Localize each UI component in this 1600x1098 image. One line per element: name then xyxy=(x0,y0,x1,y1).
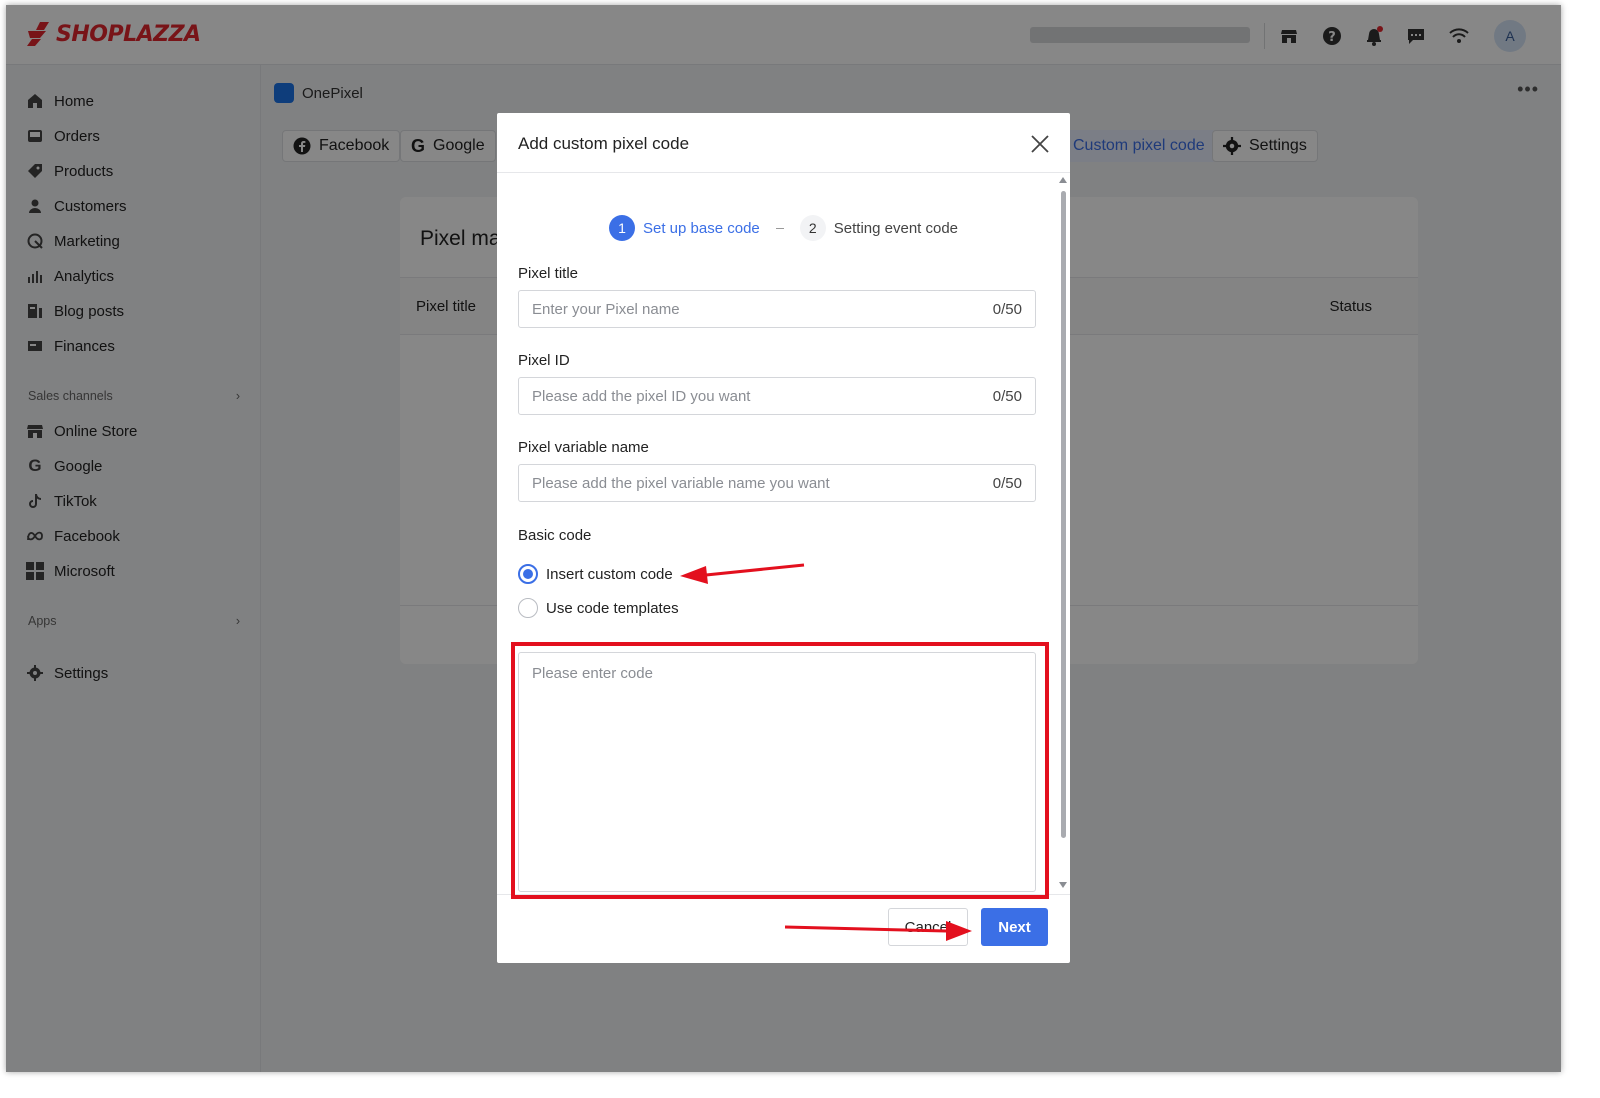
radio-label: Insert custom code xyxy=(546,565,673,583)
pixel-variable-name-input[interactable]: Please add the pixel variable name you w… xyxy=(518,464,1036,502)
radio-insert-custom-code[interactable]: Insert custom code xyxy=(518,564,673,584)
step-1-number: 1 xyxy=(609,215,635,241)
input-placeholder: Please add the pixel variable name you w… xyxy=(532,474,830,492)
radio-label: Use code templates xyxy=(546,599,679,617)
pixel-title-label: Pixel title xyxy=(518,265,579,282)
scroll-up-arrow-icon[interactable] xyxy=(1059,177,1067,183)
scroll-down-arrow-icon[interactable] xyxy=(1059,882,1067,888)
scrollbar-thumb[interactable] xyxy=(1061,191,1066,838)
char-counter: 0/50 xyxy=(992,474,1022,492)
modal-header-divider xyxy=(497,172,1070,173)
step-2-label: Setting event code xyxy=(833,219,959,237)
modal-title: Add custom pixel code xyxy=(518,134,690,153)
input-placeholder: Please add the pixel ID you want xyxy=(532,387,751,405)
stepper: 1 Set up base code 2 Setting event code xyxy=(609,215,958,241)
next-button[interactable]: Next xyxy=(981,908,1048,946)
app-window: SHOPLAZZA ? A Home Orders Products Custo… xyxy=(6,5,1561,1072)
basic-code-label: Basic code xyxy=(518,527,592,544)
input-placeholder: Enter your Pixel name xyxy=(532,300,680,318)
pixel-variable-name-label: Pixel variable name xyxy=(518,439,649,456)
radio-selected-icon[interactable] xyxy=(518,564,538,584)
pixel-id-input[interactable]: Please add the pixel ID you want 0/50 xyxy=(518,377,1036,415)
char-counter: 0/50 xyxy=(992,387,1022,405)
radio-use-code-templates[interactable]: Use code templates xyxy=(518,598,679,618)
annotation-highlight-box xyxy=(511,642,1049,899)
char-counter: 0/50 xyxy=(992,300,1022,318)
cancel-button[interactable]: Cancel xyxy=(888,908,968,946)
step-2-number: 2 xyxy=(799,215,826,241)
step-1-label: Set up base code xyxy=(643,219,760,237)
radio-unselected-icon[interactable] xyxy=(518,598,538,618)
close-icon[interactable] xyxy=(1029,133,1051,155)
pixel-id-label: Pixel ID xyxy=(518,352,570,369)
pixel-title-input[interactable]: Enter your Pixel name 0/50 xyxy=(518,290,1036,328)
step-separator xyxy=(775,227,784,229)
